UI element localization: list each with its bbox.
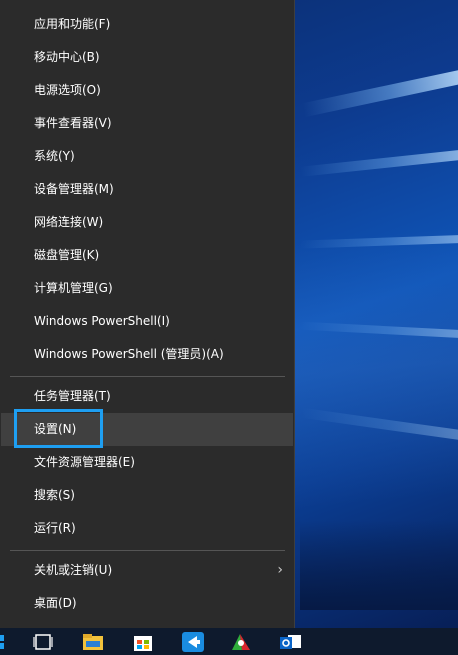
wallpaper-light-ray	[300, 407, 458, 440]
menu-item-file-explorer[interactable]: 文件资源管理器(E)	[1, 446, 293, 479]
menu-item-label: 系统(Y)	[34, 149, 75, 163]
menu-item-shutdown-signout[interactable]: 关机或注销(U) ›	[1, 554, 293, 587]
menu-item-label: 电源选项(O)	[34, 83, 101, 97]
menu-item-event-viewer[interactable]: 事件查看器(V)	[1, 107, 293, 140]
screen: 应用和功能(F) 移动中心(B) 电源选项(O) 事件查看器(V) 系统(Y) …	[0, 0, 458, 655]
menu-item-settings[interactable]: 设置(N)	[1, 413, 293, 446]
mail-arrow-icon[interactable]	[182, 631, 204, 653]
menu-item-computer-management[interactable]: 计算机管理(G)	[1, 272, 293, 305]
menu-item-task-manager[interactable]: 任务管理器(T)	[1, 380, 293, 413]
menu-item-desktop[interactable]: 桌面(D)	[1, 587, 293, 620]
menu-item-label: 搜索(S)	[34, 488, 75, 502]
menu-item-label: 关机或注销(U)	[34, 563, 113, 577]
menu-item-label: 设备管理器(M)	[34, 182, 114, 196]
menu-item-apps-features[interactable]: 应用和功能(F)	[1, 8, 293, 41]
menu-item-label: Windows PowerShell (管理员)(A)	[34, 347, 224, 361]
menu-item-label: Windows PowerShell(I)	[34, 314, 170, 328]
store-icon[interactable]	[132, 631, 154, 653]
wallpaper-light-ray	[300, 150, 458, 177]
menu-item-powershell-admin[interactable]: Windows PowerShell (管理员)(A)	[1, 338, 293, 371]
menu-item-label: 应用和功能(F)	[34, 17, 111, 31]
menu-item-label: 移动中心(B)	[34, 50, 100, 64]
menu-item-label: 磁盘管理(K)	[34, 248, 100, 262]
wallpaper-light-ray	[300, 321, 458, 338]
start-icon[interactable]	[0, 631, 8, 653]
menu-item-power-options[interactable]: 电源选项(O)	[1, 74, 293, 107]
app-icon[interactable]	[230, 631, 252, 653]
chevron-right-icon: ›	[277, 562, 283, 578]
taskbar	[0, 628, 458, 655]
menu-item-powershell[interactable]: Windows PowerShell(I)	[1, 305, 293, 338]
menu-item-disk-management[interactable]: 磁盘管理(K)	[1, 239, 293, 272]
menu-item-label: 计算机管理(G)	[34, 281, 113, 295]
menu-item-label: 事件查看器(V)	[34, 116, 112, 130]
menu-item-label: 设置(N)	[34, 422, 77, 436]
menu-item-label: 运行(R)	[34, 521, 76, 535]
menu-item-run[interactable]: 运行(R)	[1, 512, 293, 545]
menu-item-mobility-center[interactable]: 移动中心(B)	[1, 41, 293, 74]
menu-separator	[10, 376, 285, 377]
outlook-icon[interactable]	[280, 631, 302, 653]
menu-item-label: 网络连接(W)	[34, 215, 104, 229]
menu-separator	[10, 550, 285, 551]
menu-item-system[interactable]: 系统(Y)	[1, 140, 293, 173]
menu-item-network-connections[interactable]: 网络连接(W)	[1, 206, 293, 239]
menu-item-label: 桌面(D)	[34, 596, 77, 610]
task-view-icon[interactable]	[32, 631, 54, 653]
file-explorer-icon[interactable]	[82, 631, 104, 653]
menu-item-label: 任务管理器(T)	[34, 389, 111, 403]
menu-item-device-manager[interactable]: 设备管理器(M)	[1, 173, 293, 206]
wallpaper-shadow	[300, 520, 458, 610]
wallpaper-light-ray	[299, 235, 458, 249]
winx-context-menu: 应用和功能(F) 移动中心(B) 电源选项(O) 事件查看器(V) 系统(Y) …	[0, 0, 295, 628]
menu-item-search[interactable]: 搜索(S)	[1, 479, 293, 512]
menu-item-label: 文件资源管理器(E)	[34, 455, 135, 469]
wallpaper-light-ray	[302, 70, 458, 118]
